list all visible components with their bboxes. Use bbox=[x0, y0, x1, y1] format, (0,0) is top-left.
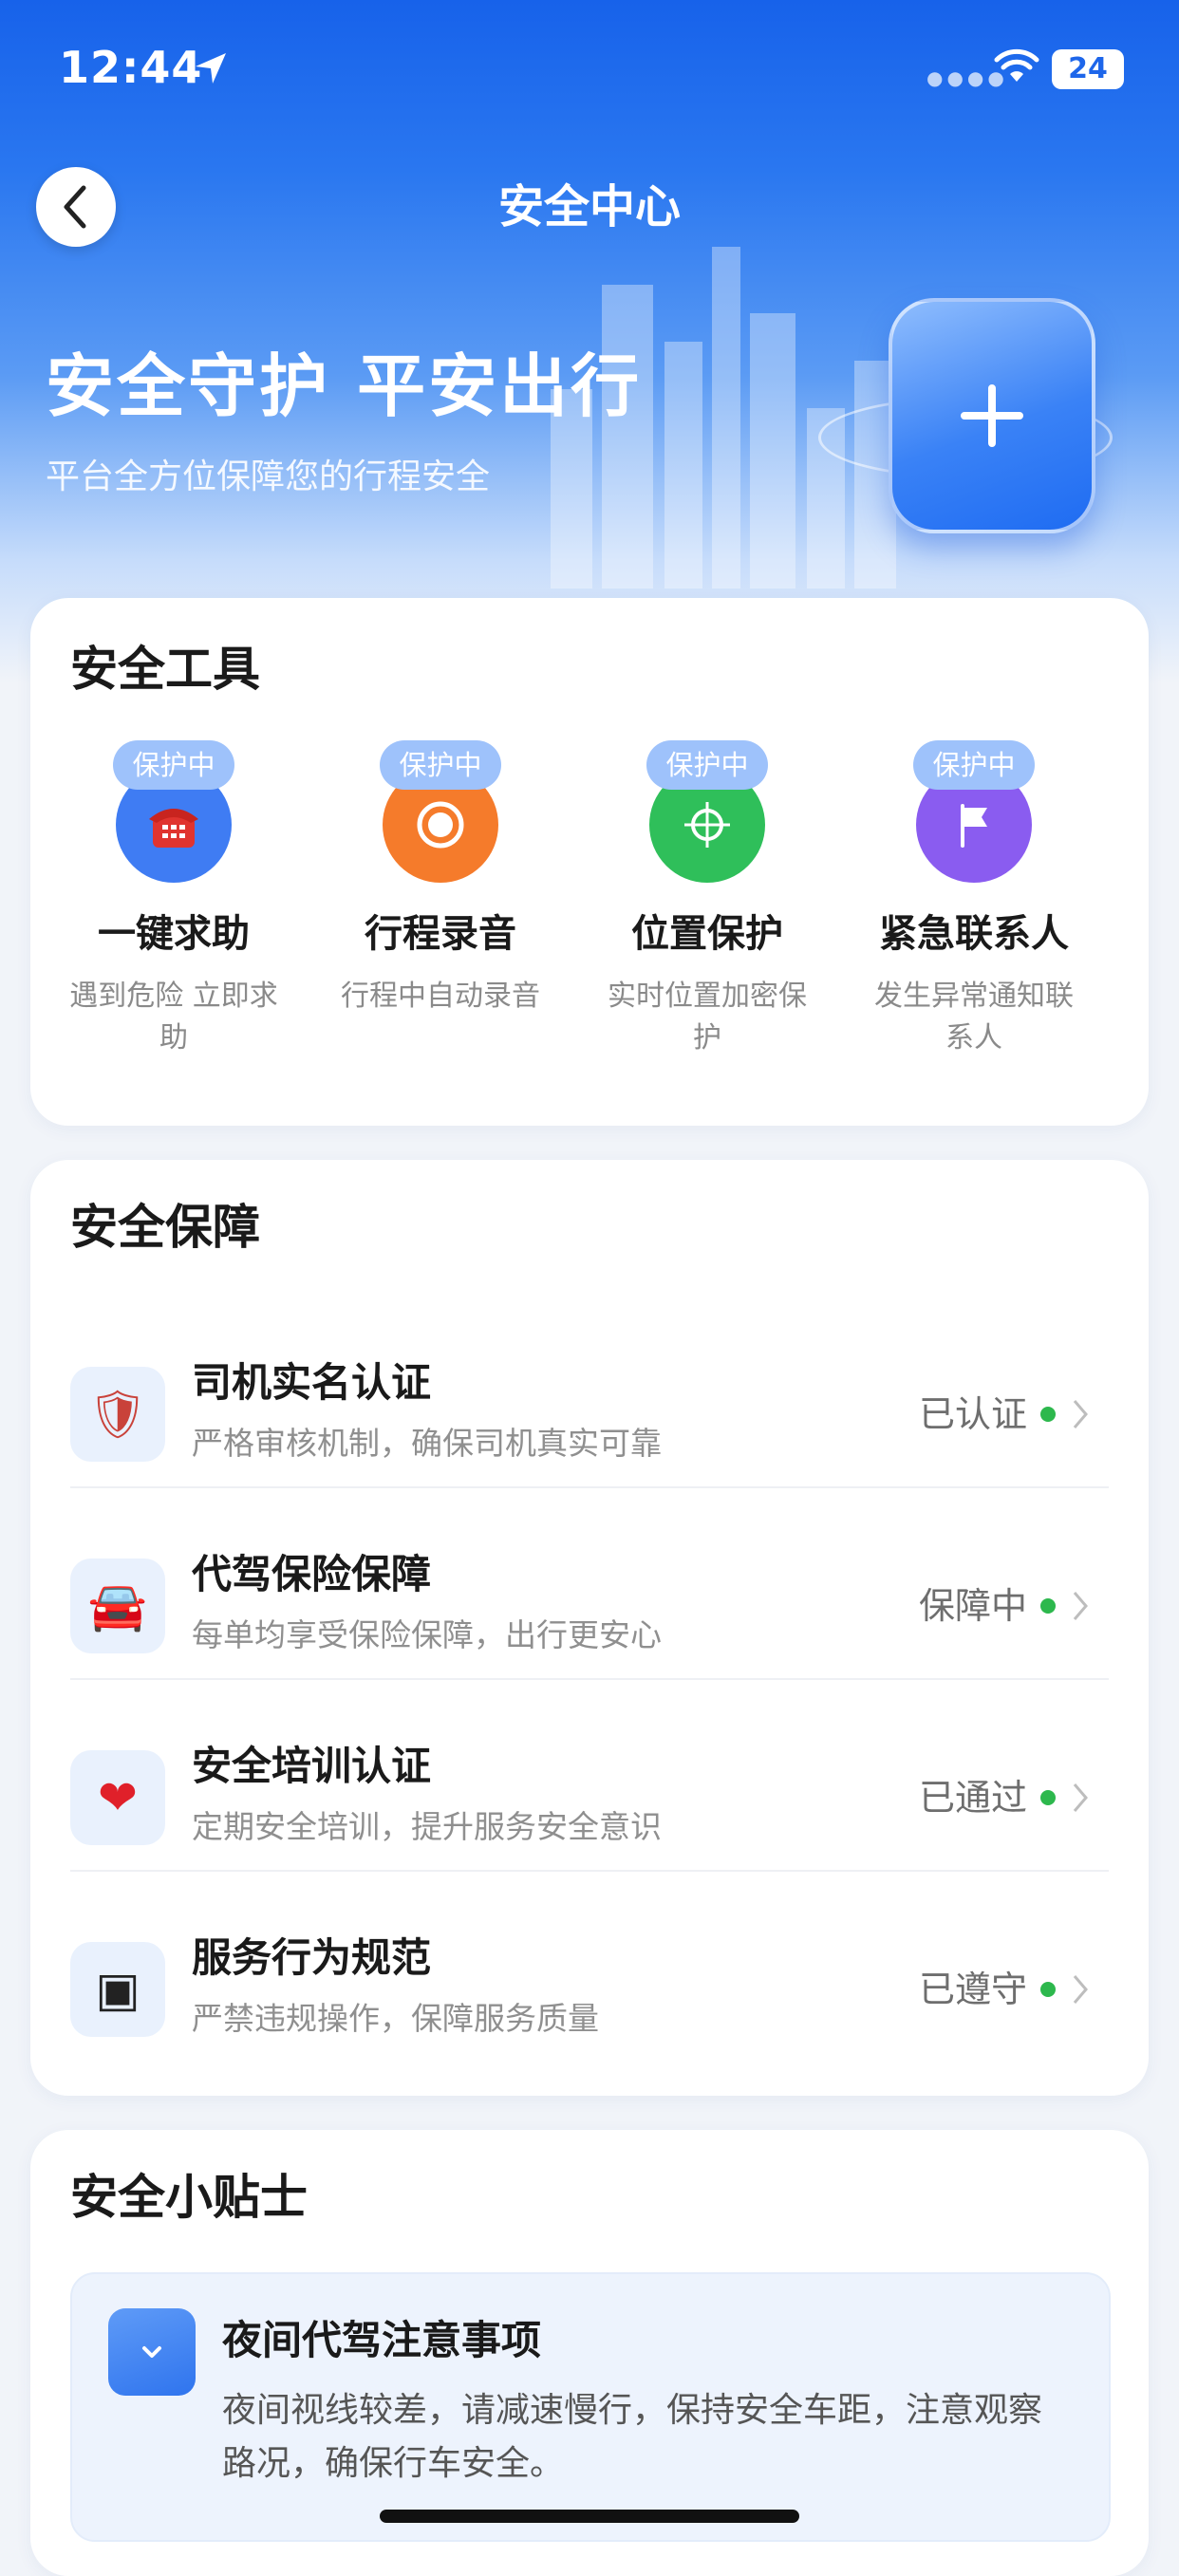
list-item-safety-training[interactable]: ❤ 安全培训认证 定期安全培训，提升服务安全意识 已通过 bbox=[70, 1699, 1109, 1889]
row-title: 服务行为规范 bbox=[192, 1934, 432, 1981]
row-title: 司机实名认证 bbox=[192, 1359, 432, 1406]
status-time: 12:44 bbox=[59, 42, 203, 93]
plus-icon bbox=[961, 384, 1023, 447]
hero-subtitle: 平台全方位保障您的行程安全 bbox=[46, 457, 491, 496]
chevron-right-icon bbox=[1073, 1975, 1088, 2004]
row-description: 严禁违规操作，保障服务质量 bbox=[192, 2000, 599, 2037]
row-title: 安全培训认证 bbox=[192, 1743, 432, 1789]
chevron-right-icon bbox=[1073, 1783, 1088, 1812]
chevron-right-icon bbox=[1073, 1592, 1088, 1620]
tip-body: 夜间视线较差，请减速慢行，保持安全车距，注意观察路况，确保行车安全。 bbox=[222, 2391, 1043, 2483]
status-bar: 12:44 ●●●● 24 bbox=[0, 0, 1179, 142]
list-item-service-conduct[interactable]: ▣ 服务行为规范 严禁违规操作，保障服务质量 已遵守 bbox=[70, 1891, 1109, 2081]
safety-guarantee-card: 安全保障 🛡 司机实名认证 严格审核机制，确保司机真实可靠 已认证 🚘 代驾保险… bbox=[30, 1160, 1149, 2096]
protecting-badge: 保护中 bbox=[913, 740, 1035, 790]
chevron-right-icon bbox=[1073, 1400, 1088, 1428]
protecting-badge: 保护中 bbox=[380, 740, 501, 790]
hero-title: 安全守护 平安出行 bbox=[46, 346, 643, 426]
divider bbox=[70, 1486, 1109, 1488]
safety-tools-card: 安全工具 保护中 一键求助 遇到危险 立即求助 保护中 行程录音 行程中自动录音 bbox=[30, 598, 1149, 1126]
car-icon: 🚘 bbox=[70, 1559, 165, 1653]
tip-title: 夜间代驾注意事项 bbox=[222, 2317, 542, 2363]
wifi-icon bbox=[994, 48, 1039, 82]
protecting-badge: 保护中 bbox=[646, 740, 768, 790]
status-text: 保障中 bbox=[918, 1585, 1027, 1627]
page-title: 安全中心 bbox=[497, 180, 681, 233]
safety-tips-title: 安全小贴士 bbox=[70, 2170, 308, 2225]
plus-emblem bbox=[889, 298, 1095, 533]
status-text: 已通过 bbox=[918, 1777, 1027, 1819]
protecting-badge: 保护中 bbox=[113, 740, 234, 790]
tool-name: 紧急联系人 bbox=[879, 912, 1069, 956]
status-dot bbox=[1040, 1982, 1056, 1997]
status-dot bbox=[1040, 1790, 1056, 1805]
tool-description: 实时位置加密保护 bbox=[608, 980, 807, 1055]
shield-icon: 🛡 bbox=[70, 1367, 165, 1462]
heart-icon: ❤ bbox=[70, 1750, 165, 1845]
tool-name: 一键求助 bbox=[98, 912, 250, 956]
status-dot bbox=[1040, 1598, 1056, 1614]
tip-item[interactable]: 夜间代驾注意事项 夜间视线较差，请减速慢行，保持安全车距，注意观察路况，确保行车… bbox=[70, 2272, 1111, 2542]
divider bbox=[70, 1678, 1109, 1680]
status-dot bbox=[1040, 1407, 1056, 1422]
row-description: 每单均享受保险保障，出行更安心 bbox=[192, 1616, 662, 1653]
row-description: 定期安全培训，提升服务安全意识 bbox=[192, 1808, 662, 1845]
list-item-insurance[interactable]: 🚘 代驾保险保障 每单均享受保险保障，出行更安心 保障中 bbox=[70, 1507, 1109, 1697]
tool-name: 位置保护 bbox=[631, 912, 783, 956]
chevron-down-icon bbox=[108, 2308, 196, 2396]
list-item-driver-verification[interactable]: 🛡 司机实名认证 严格审核机制，确保司机真实可靠 已认证 bbox=[70, 1316, 1109, 1505]
safety-guarantee-title: 安全保障 bbox=[70, 1200, 260, 1255]
row-description: 严格审核机制，确保司机真实可靠 bbox=[192, 1425, 662, 1462]
row-title: 代驾保险保障 bbox=[192, 1551, 432, 1597]
tool-description: 发生异常通知联系人 bbox=[874, 980, 1074, 1055]
home-indicator bbox=[380, 2510, 799, 2523]
status-text: 已认证 bbox=[918, 1393, 1027, 1435]
divider bbox=[70, 1870, 1109, 1872]
status-text: 已遵守 bbox=[918, 1969, 1027, 2010]
location-arrow-icon bbox=[196, 53, 226, 84]
tool-description: 行程中自动录音 bbox=[341, 980, 540, 1013]
tool-description: 遇到危险 立即求助 bbox=[69, 980, 278, 1055]
tool-name: 行程录音 bbox=[365, 912, 516, 956]
square-icon: ▣ bbox=[70, 1942, 165, 2037]
safety-tools-title: 安全工具 bbox=[70, 642, 260, 697]
battery-indicator: 24 bbox=[1052, 49, 1124, 89]
